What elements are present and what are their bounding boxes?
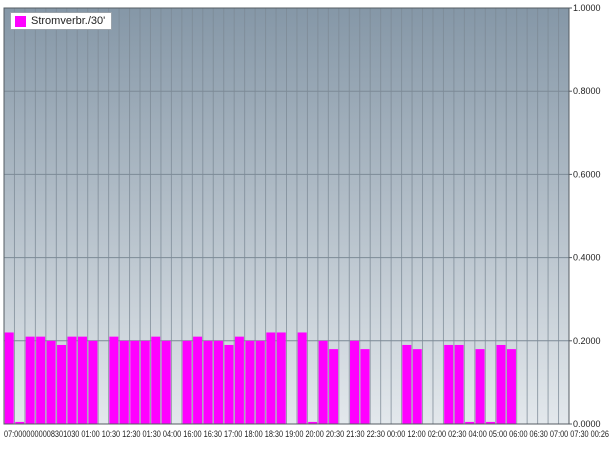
bar	[130, 340, 140, 424]
bar	[496, 344, 506, 424]
bar	[151, 336, 161, 424]
bar	[182, 340, 192, 424]
bar	[350, 340, 360, 424]
legend-label: Stromverbr./30'	[31, 15, 106, 27]
bar	[25, 336, 35, 424]
bar	[297, 332, 307, 424]
bar	[412, 349, 422, 424]
y-tick-label: 1.0000	[573, 3, 601, 13]
bar	[329, 349, 339, 424]
bar	[213, 340, 223, 424]
bar	[255, 340, 265, 424]
y-tick-label: 0.2000	[573, 336, 601, 346]
legend-swatch	[15, 15, 26, 27]
bar	[4, 332, 14, 424]
y-tick-label: 0.6000	[573, 169, 601, 179]
x-tick-labels: 07:0000000008301030 01:00 10:30 12:30 01…	[4, 429, 609, 439]
bar	[245, 340, 255, 424]
bar	[67, 336, 77, 424]
bar	[57, 344, 67, 424]
bar	[234, 336, 244, 424]
bar	[360, 349, 370, 424]
bar	[140, 340, 150, 424]
y-axis: 0.0000 0.2000 0.4000 0.6000 0.8000 1.0000	[569, 3, 601, 429]
bar	[46, 340, 56, 424]
bar	[193, 336, 203, 424]
bar	[454, 344, 464, 424]
bar	[109, 336, 119, 424]
bar	[266, 332, 276, 424]
y-tick-label: 0.4000	[573, 253, 601, 263]
chart: 0.0000 0.2000 0.4000 0.6000 0.8000 1.0000 07:…	[3, 3, 609, 439]
bar	[444, 344, 454, 424]
y-tick-label: 0.8000	[573, 86, 601, 96]
bar	[318, 340, 328, 424]
bar	[224, 344, 234, 424]
bar	[161, 340, 171, 424]
bar	[506, 349, 516, 424]
y-tick-label: 0.0000	[573, 419, 601, 429]
bar	[88, 340, 98, 424]
bar	[203, 340, 213, 424]
bar	[276, 332, 286, 424]
bar	[119, 340, 129, 424]
bar	[402, 344, 412, 424]
bar	[77, 336, 87, 424]
bar	[36, 336, 46, 424]
legend: Stromverbr./30'	[10, 12, 113, 30]
bar	[475, 349, 485, 424]
